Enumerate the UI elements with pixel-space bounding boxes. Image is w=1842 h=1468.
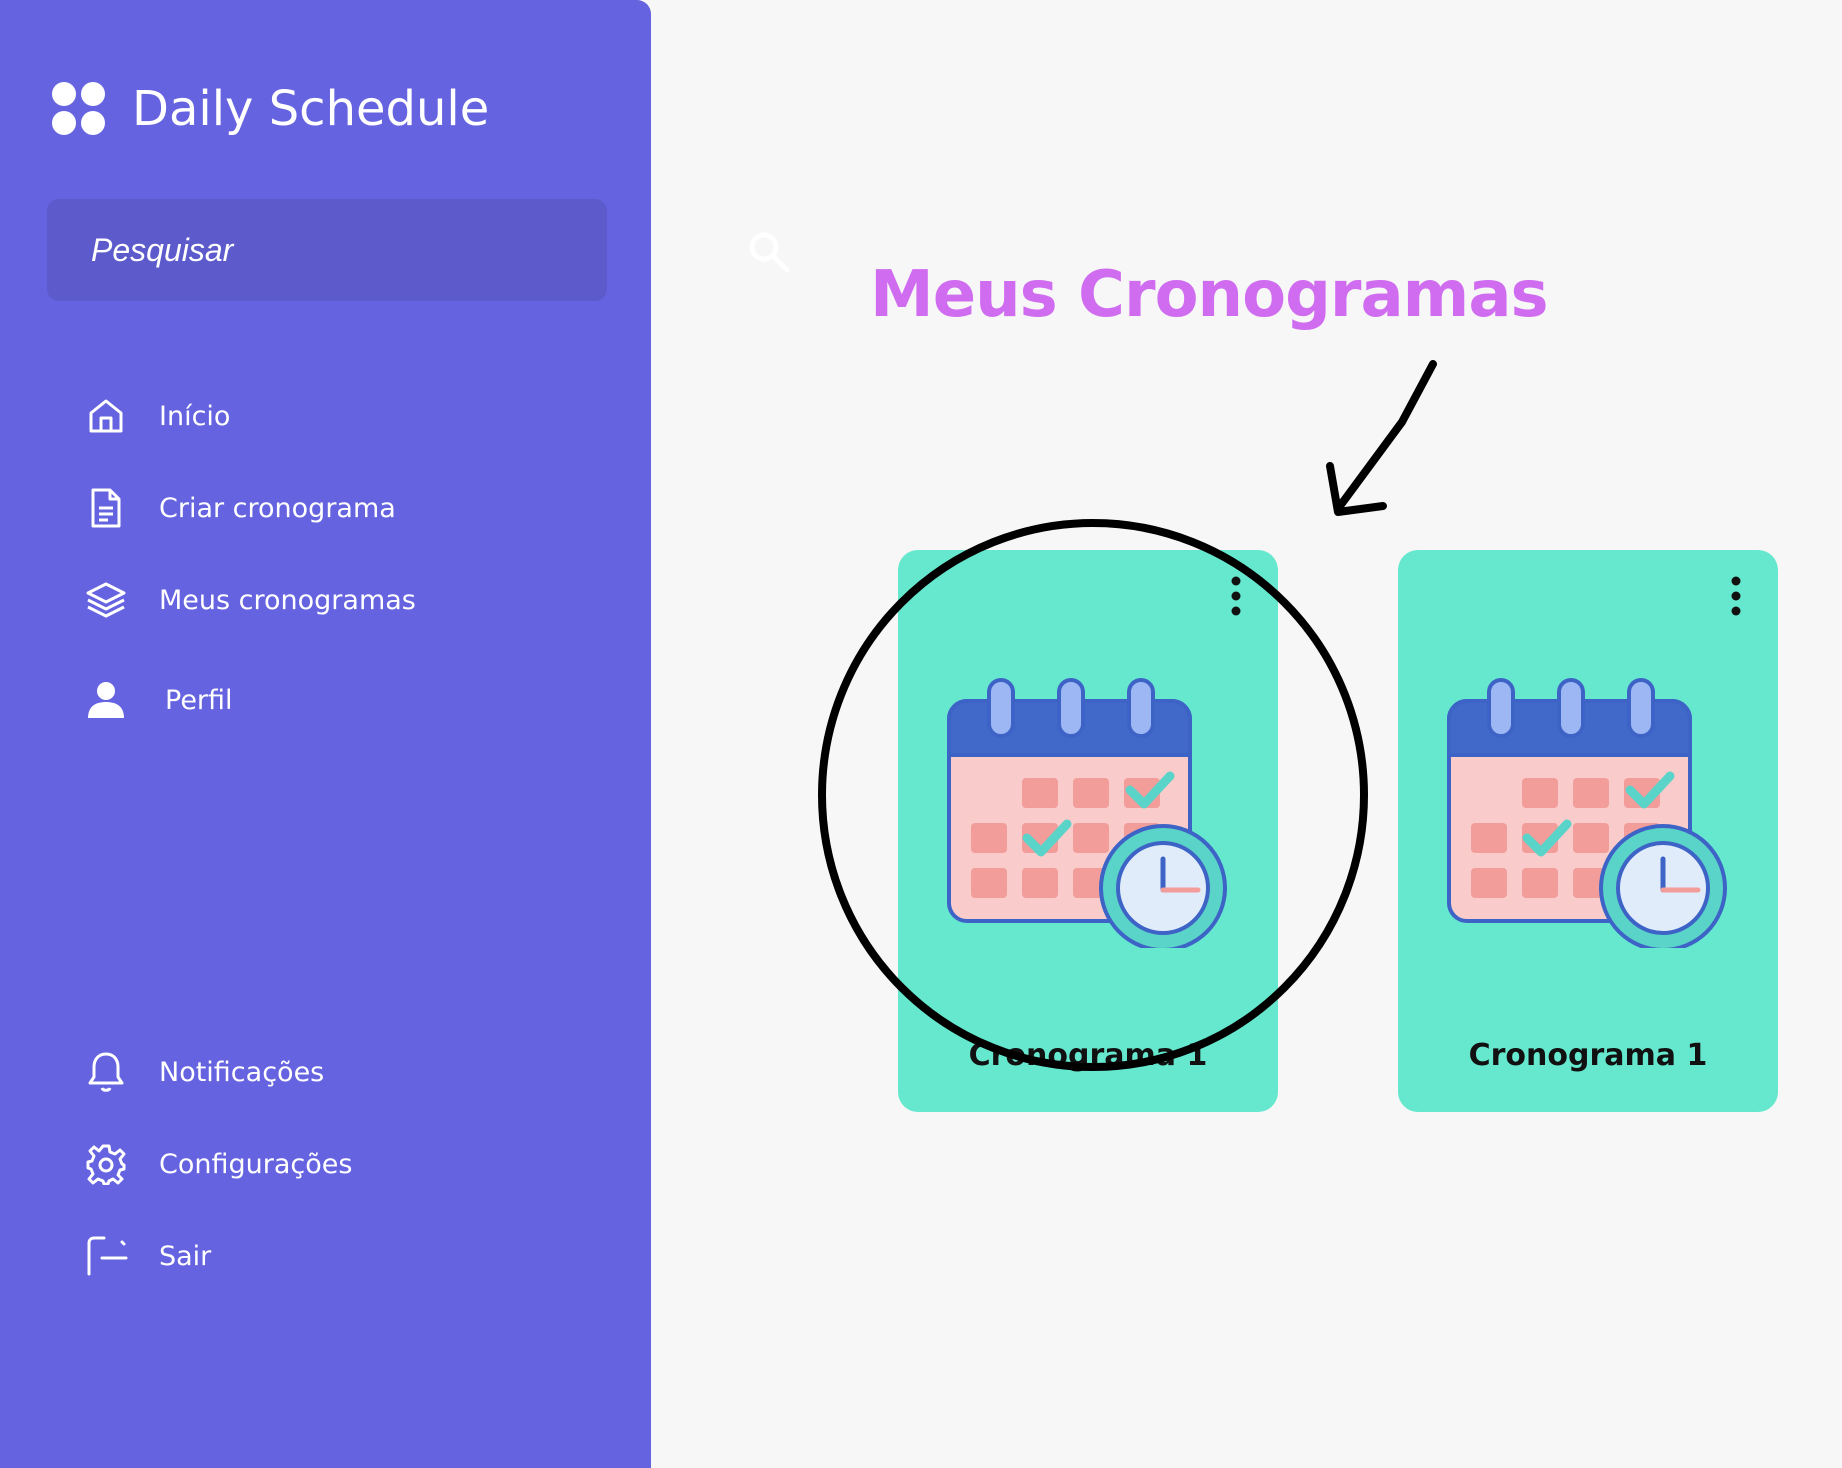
sidebar-item-label: Configurações: [159, 1148, 353, 1180]
layers-icon: [84, 578, 128, 622]
sidebar-item-perfil[interactable]: Perfil: [84, 670, 233, 730]
home-icon: [84, 394, 128, 438]
sidebar-item-label: Criar cronograma: [159, 492, 396, 524]
document-icon: [84, 486, 128, 530]
sidebar-item-label: Início: [159, 400, 231, 432]
schedule-card[interactable]: Cronograma 1: [1398, 550, 1778, 1112]
calendar-clock-icon: [938, 678, 1238, 952]
logout-icon: [84, 1234, 128, 1278]
sidebar-item-label: Perfil: [165, 684, 233, 716]
search-input[interactable]: Pesquisar: [47, 199, 607, 301]
sidebar-item-sair[interactable]: Sair: [84, 1226, 211, 1286]
schedule-card-label: Cronograma 1: [968, 1038, 1208, 1073]
sidebar-item-criar-cronograma[interactable]: Criar cronograma: [84, 478, 396, 538]
sidebar-item-notificacoes[interactable]: Notificações: [84, 1042, 324, 1102]
sidebar-item-configuracoes[interactable]: Configurações: [84, 1134, 352, 1194]
calendar-clock-icon: [1438, 678, 1738, 952]
app-logo[interactable]: Daily Schedule: [52, 82, 489, 136]
schedule-card-label: Cronograma 1: [1468, 1038, 1708, 1073]
search-icon[interactable]: [745, 228, 793, 276]
sidebar: Daily Schedule Pesquisar Início Criar cr…: [0, 0, 651, 1468]
more-options-icon[interactable]: [1724, 574, 1748, 620]
sidebar-item-label: Meus cronogramas: [159, 584, 416, 616]
bell-icon: [84, 1050, 128, 1094]
sidebar-item-label: Sair: [159, 1240, 212, 1272]
app-title: Daily Schedule: [132, 81, 490, 137]
schedule-card[interactable]: Cronograma 1: [898, 550, 1278, 1112]
sidebar-item-label: Notificações: [159, 1056, 325, 1088]
logo-icon: [52, 82, 106, 136]
sidebar-item-meus-cronogramas[interactable]: Meus cronogramas: [84, 570, 416, 630]
user-icon: [84, 678, 128, 722]
search-placeholder: Pesquisar: [91, 231, 234, 268]
sidebar-item-inicio[interactable]: Início: [84, 386, 230, 446]
more-options-icon[interactable]: [1224, 574, 1248, 620]
gear-icon: [84, 1142, 128, 1186]
page-title: Meus Cronogramas: [870, 258, 1549, 332]
arrow-annotation: [1326, 360, 1437, 516]
